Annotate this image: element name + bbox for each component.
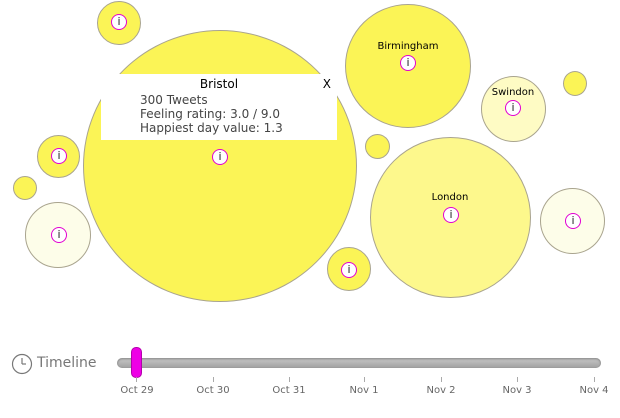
tick-label: Oct 30	[196, 385, 230, 396]
info-icon[interactable]: i	[212, 149, 228, 165]
city-label-swindon: Swindon	[491, 87, 535, 98]
city-bubble[interactable]	[563, 71, 587, 96]
popup-close-button[interactable]: X	[323, 77, 331, 91]
tick-label: Nov 3	[502, 385, 532, 396]
tick-mark	[213, 377, 214, 382]
tick-label: Nov 1	[349, 385, 379, 396]
popup-happiest-day: Happiest day value: 1.3	[140, 121, 283, 135]
tick-mark	[594, 377, 595, 382]
tick-mark	[136, 377, 137, 382]
timeline-label: Timeline	[37, 355, 97, 371]
clock-icon	[11, 353, 33, 375]
info-icon[interactable]: i	[565, 213, 581, 229]
info-icon[interactable]: i	[51, 148, 67, 164]
info-icon[interactable]: i	[505, 100, 521, 116]
tick-label: Oct 31	[272, 385, 306, 396]
info-icon[interactable]: i	[111, 14, 127, 30]
timeline-slider-handle[interactable]	[131, 347, 142, 378]
popup-feeling-rating: Feeling rating: 3.0 / 9.0	[140, 107, 280, 121]
city-label-birmingham: Birmingham	[377, 41, 439, 52]
city-bubble[interactable]	[365, 134, 390, 159]
city-bubble-bristol[interactable]	[83, 30, 357, 302]
tick-mark	[441, 377, 442, 382]
info-icon[interactable]: i	[400, 55, 416, 71]
city-bubble[interactable]	[13, 176, 37, 200]
tick-label: Nov 4	[579, 385, 609, 396]
tick-mark	[364, 377, 365, 382]
info-icon[interactable]: i	[51, 227, 67, 243]
popup-title: Bristol	[199, 77, 239, 91]
tick-mark	[517, 377, 518, 382]
tick-label: Oct 29	[120, 385, 154, 396]
tick-label: Nov 2	[426, 385, 456, 396]
city-info-popup: Bristol X 300 Tweets Feeling rating: 3.0…	[101, 74, 337, 140]
tick-mark	[289, 377, 290, 382]
info-icon[interactable]: i	[443, 207, 459, 223]
city-label-london: London	[431, 192, 469, 203]
info-icon[interactable]: i	[341, 262, 357, 278]
timeline-slider-track[interactable]	[117, 358, 601, 368]
popup-tweets: 300 Tweets	[140, 93, 208, 107]
